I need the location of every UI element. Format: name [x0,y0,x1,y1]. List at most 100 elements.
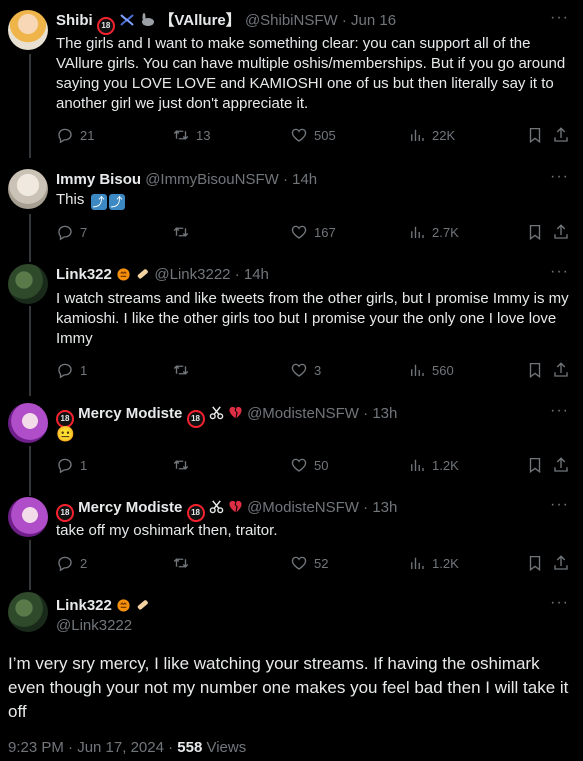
like-button[interactable]: 505 [290,126,336,144]
share-icon [552,126,570,144]
tweet-text: This [56,191,85,208]
views-button[interactable]: 22K [408,126,455,144]
display-name[interactable]: Mercy Modiste [78,405,182,422]
bookmark-button[interactable] [526,126,544,144]
like-button[interactable]: 3 [290,361,321,379]
timestamp[interactable]: 14h [244,266,269,283]
share-button[interactable] [552,361,570,379]
views-button[interactable]: 560 [408,361,454,379]
like-button[interactable]: 50 [290,456,328,474]
heart-icon [290,361,308,379]
more-options-icon[interactable]: ··· [550,402,569,420]
broken-heart-icon [228,405,243,426]
repost-icon [172,361,190,379]
avatar[interactable] [8,403,48,443]
handle[interactable]: @ModisteNSFW [247,405,359,422]
bookmark-icon [526,223,544,241]
repost-button[interactable]: 13 [172,126,210,144]
tweet-immy[interactable]: Immy Bisou @ImmyBisouNSFW · 14h ··· This… [0,165,583,257]
bookmark-button[interactable] [526,456,544,474]
reply-icon [56,223,74,241]
share-button[interactable] [552,223,570,241]
timestamp[interactable]: 13h [372,405,397,422]
views-icon [408,361,426,379]
views-icon [408,126,426,144]
share-button[interactable] [552,126,570,144]
tweet-text: 😐 [56,426,75,443]
bookmark-icon [526,456,544,474]
handle[interactable]: @ImmyBisouNSFW [145,171,279,188]
repost-button[interactable] [172,456,196,474]
dna-icon [119,13,135,33]
reply-button[interactable]: 2 [56,554,87,572]
avatar[interactable] [8,264,48,304]
more-options-icon[interactable]: ··· [550,263,569,281]
handle[interactable]: @Link3222 [154,266,230,283]
views-button[interactable]: 2.7K [408,223,459,241]
share-icon [552,223,570,241]
avatar[interactable] [8,10,48,50]
timestamp[interactable]: 13h [372,499,397,516]
bandage-icon [135,266,150,287]
avatar[interactable] [8,497,48,537]
repost-button[interactable] [172,223,196,241]
reply-button[interactable]: 1 [56,361,87,379]
reply-button[interactable]: 1 [56,456,87,474]
age-18-icon: 18 [96,17,115,35]
avatar[interactable] [8,169,48,209]
views-icon [408,223,426,241]
timestamp[interactable]: 14h [292,171,317,188]
share-button[interactable] [552,456,570,474]
handle[interactable]: @ModisteNSFW [247,499,359,516]
timestamp[interactable]: Jun 16 [351,12,396,29]
avatar[interactable] [8,592,48,632]
like-button[interactable]: 167 [290,223,336,241]
views-label: Views [206,739,247,756]
display-name[interactable]: Link322 [56,597,112,614]
more-options-icon[interactable]: ··· [550,168,569,186]
more-options-icon[interactable]: ··· [550,496,569,514]
display-name[interactable]: Immy Bisou [56,171,141,188]
bookmark-button[interactable] [526,223,544,241]
views-button[interactable]: 1.2K [408,456,459,474]
bookmark-button[interactable] [526,554,544,572]
display-name[interactable]: Link322 [56,266,112,283]
tweet-text: I watch streams and like tweets from the… [56,290,569,347]
rabbit-icon [139,13,155,33]
tweet-link322[interactable]: Link322 @Link3222 · 14h ··· I watch stre… [0,257,583,392]
bookmark-icon [526,126,544,144]
repost-button[interactable] [172,361,196,379]
handle[interactable]: @Link3222 [56,616,543,636]
tweet-mercy-1[interactable]: 18 Mercy Modiste 18 @ModisteNSFW · 13h ·… [0,392,583,486]
tweet-shibi[interactable]: Shibi 18 【VAllure】 @ShibiNSFW · Jun 16 ·… [0,0,583,165]
heart-icon [290,456,308,474]
repost-icon [172,456,190,474]
share-button[interactable] [552,554,570,572]
handle[interactable]: @ShibiNSFW [245,12,338,29]
reply-icon [56,554,74,572]
bookmark-button[interactable] [526,361,544,379]
heart-icon [290,126,308,144]
more-options-icon[interactable]: ··· [550,9,569,27]
heart-icon [290,223,308,241]
arrow-curve-up-icon: ⤴ [108,194,125,210]
display-name[interactable]: Mercy Modiste [78,499,182,516]
bookmark-icon [526,361,544,379]
reply-button[interactable]: 21 [56,126,94,144]
arrow-curve-up-icon: ⤴ [90,194,107,210]
scissors-icon [209,405,224,426]
repost-icon [172,126,190,144]
reply-icon [56,361,74,379]
tweet-text: take off my oshimark then, traitor. [56,522,278,539]
display-name[interactable]: Shibi [56,12,93,29]
repost-icon [172,223,190,241]
age-18-icon: 18 [56,504,74,522]
reply-button[interactable]: 7 [56,223,87,241]
heart-icon [290,554,308,572]
like-button[interactable]: 52 [290,554,328,572]
more-options-icon[interactable]: ··· [550,594,569,612]
tweet-mercy-2[interactable]: 18 Mercy Modiste 18 @ModisteNSFW · 13h ·… [0,486,583,580]
repost-button[interactable] [172,554,196,572]
views-button[interactable]: 1.2K [408,554,459,572]
post-timestamp[interactable]: 9:23 PM · Jun 17, 2024 · [8,739,177,756]
